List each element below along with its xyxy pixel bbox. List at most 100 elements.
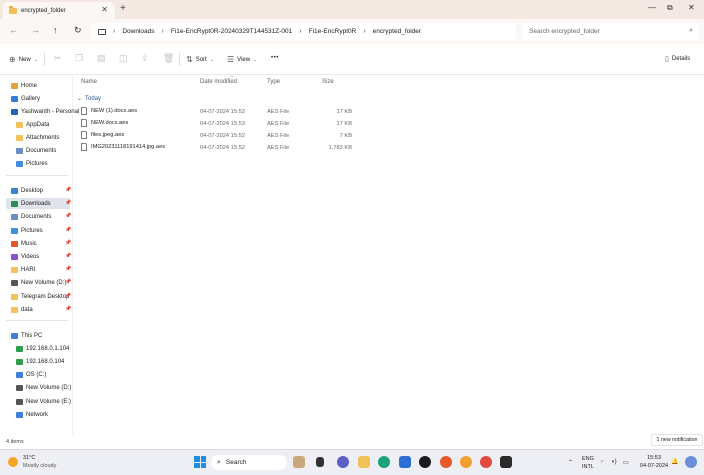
sidebar-item-label: Network xyxy=(26,411,49,418)
sidebar-item[interactable]: New Volume (D:) xyxy=(11,277,66,288)
refresh-button[interactable]: ↻ xyxy=(74,25,82,36)
column-name[interactable]: Name xyxy=(81,79,97,85)
sidebar-item-label: Attachments xyxy=(26,134,60,141)
column-type[interactable]: Type xyxy=(267,79,280,85)
sidebar-item[interactable]: Downloads xyxy=(6,198,70,209)
close-window-button[interactable]: ✕ xyxy=(688,3,695,12)
breadcrumb-encryptor[interactable]: Fi1e-EncRypt0R xyxy=(309,28,357,35)
column-size[interactable]: Size xyxy=(322,79,334,85)
sidebar-item[interactable]: Pictures xyxy=(11,225,43,236)
new-tab-button[interactable]: + xyxy=(120,3,126,14)
forward-button[interactable]: → xyxy=(31,25,40,35)
column-date-modified[interactable]: Date modified xyxy=(200,79,237,85)
sidebar-item[interactable]: 192.168.0.104 xyxy=(16,356,64,367)
sidebar-item[interactable]: OS (C:) xyxy=(16,369,46,380)
widget-app-icon[interactable] xyxy=(293,456,305,468)
breadcrumb-current[interactable]: encrypted_folder xyxy=(373,28,421,35)
home-icon xyxy=(11,82,18,89)
chevron-right-icon: › xyxy=(161,28,164,35)
paste-icon[interactable]: ▤ xyxy=(97,53,106,64)
address-bar[interactable]: › Downloads › Fi1e-EncRypt0R-20240329T14… xyxy=(91,23,516,40)
notification-bell-icon[interactable]: 🔔 xyxy=(671,458,678,465)
file-name: IMG20231118191414.jpg.aes xyxy=(91,144,166,150)
file-row[interactable]: files.jpeg.aes 04-07-2024 15:52 AES File 7 … xyxy=(75,130,704,142)
file-row[interactable]: NEW.docx.aes 04-07-2024 15:53 AES File 17 K… xyxy=(75,118,704,130)
new-button[interactable]: ⊕ New ⌄ xyxy=(9,55,38,64)
task-view-icon[interactable] xyxy=(316,457,324,467)
up-button[interactable]: ↑ xyxy=(53,25,58,35)
status-item-count: 4 items xyxy=(6,439,24,445)
sidebar-item[interactable]: Documents xyxy=(16,145,56,156)
chevron-right-icon: › xyxy=(113,28,116,35)
minimize-button[interactable]: — xyxy=(648,3,656,12)
sidebar-item[interactable]: Gallery xyxy=(11,93,40,104)
edge-browser-icon[interactable] xyxy=(378,456,390,468)
sort-button[interactable]: ⇅ Sort ⌄ xyxy=(186,55,214,64)
cut-icon[interactable]: ✂ xyxy=(54,53,62,64)
tab-encrypted-folder[interactable]: encrypted_folder ✕ xyxy=(3,2,115,19)
chrome-alt-icon[interactable] xyxy=(460,456,472,468)
sidebar-item[interactable]: Yashwanth - Personal xyxy=(11,106,79,117)
store-app-icon[interactable] xyxy=(399,456,411,468)
share-icon[interactable]: ⇪ xyxy=(141,53,149,64)
sidebar-item[interactable]: Telegram Desktop xyxy=(11,291,69,302)
wifi-icon[interactable]: ◜ xyxy=(601,459,603,466)
file-name: files.jpeg.aes xyxy=(91,132,125,138)
search-input[interactable]: Search encrypted_folder ⌕ xyxy=(522,23,699,40)
rename-icon[interactable]: ◫ xyxy=(119,53,128,64)
delete-icon[interactable]: 🗑 xyxy=(163,53,174,64)
chat-app-icon[interactable] xyxy=(337,456,349,468)
sidebar-item[interactable]: New Volume (E:) xyxy=(16,396,71,407)
sidebar-item[interactable]: Home xyxy=(11,80,37,91)
sidebar-item[interactable]: AppData xyxy=(16,119,49,130)
view-button[interactable]: ☰ View ⌄ xyxy=(227,55,257,64)
sidebar-item[interactable]: HARI xyxy=(11,264,35,275)
sidebar-item[interactable]: This PC xyxy=(11,330,42,341)
sidebar-item[interactable]: 192.168.0.1.104 xyxy=(16,343,69,354)
file-type: AES File xyxy=(267,109,290,115)
chrome-icon[interactable] xyxy=(480,456,492,468)
sidebar-item[interactable]: data xyxy=(11,304,33,315)
notification-toast[interactable]: 1 new notification xyxy=(651,434,703,446)
language-indicator[interactable]: ENG INTL xyxy=(582,455,594,471)
file-name: NEW.docx.aes xyxy=(91,120,129,126)
back-button[interactable]: ← xyxy=(9,25,18,35)
file-row[interactable]: NEW (1).docx.aes 04-07-2024 15:53 AES File… xyxy=(75,106,704,118)
breadcrumb-archive[interactable]: Fi1e-EncRypt0R-20240329T144531Z-001 xyxy=(171,28,292,35)
firefox-icon[interactable] xyxy=(440,456,452,468)
breadcrumb-downloads[interactable]: Downloads xyxy=(122,28,154,35)
file-name-cell: NEW (1).docx.aes xyxy=(81,107,137,115)
sidebar-item[interactable]: Videos xyxy=(11,251,39,262)
file-row[interactable]: IMG20231118191414.jpg.aes 04-07-2024 15:5… xyxy=(75,142,704,154)
gallery-icon xyxy=(11,95,18,102)
copy-icon[interactable]: ❐ xyxy=(75,53,83,64)
tab-title: encrypted_folder xyxy=(21,7,66,14)
maximize-button[interactable]: ⧉ xyxy=(667,3,673,13)
file-explorer-taskbar-icon[interactable] xyxy=(358,456,370,468)
dell-app-icon[interactable] xyxy=(419,456,431,468)
more-options-button[interactable]: ••• xyxy=(271,55,279,61)
sidebar-item[interactable]: Desktop xyxy=(11,185,43,196)
battery-icon[interactable]: ▭ xyxy=(623,459,629,466)
weather-widget[interactable]: 31°C Mostly cloudy xyxy=(8,454,56,470)
details-button[interactable]: ▯ Details xyxy=(665,55,690,63)
sidebar-item[interactable]: New Volume (D:) xyxy=(16,382,71,393)
start-button[interactable] xyxy=(194,456,206,468)
group-header-today[interactable]: ⌄ Today xyxy=(77,95,101,103)
taskbar-clock[interactable]: 15:53 04-07-2024 xyxy=(637,454,671,470)
show-hidden-icons-button[interactable]: ⌃ xyxy=(568,459,573,466)
sidebar-item[interactable]: Network xyxy=(16,409,48,420)
sidebar-item[interactable]: Documents xyxy=(11,211,51,222)
close-tab-button[interactable]: ✕ xyxy=(101,5,108,14)
volume-icon[interactable]: ◖) xyxy=(611,459,617,465)
details-label: Details xyxy=(671,56,691,62)
sidebar-item[interactable]: Pictures xyxy=(16,158,48,169)
sidebar-item[interactable]: Attachments xyxy=(16,132,59,143)
pictures-icon xyxy=(16,160,23,167)
search-icon: ⌕ xyxy=(217,458,221,466)
sidebar-item[interactable]: Music xyxy=(11,238,37,249)
terminal-icon[interactable] xyxy=(500,456,512,468)
copilot-icon[interactable] xyxy=(685,456,697,468)
sort-label: Sort xyxy=(195,56,207,63)
taskbar-search[interactable]: ⌕ Search xyxy=(211,455,287,470)
